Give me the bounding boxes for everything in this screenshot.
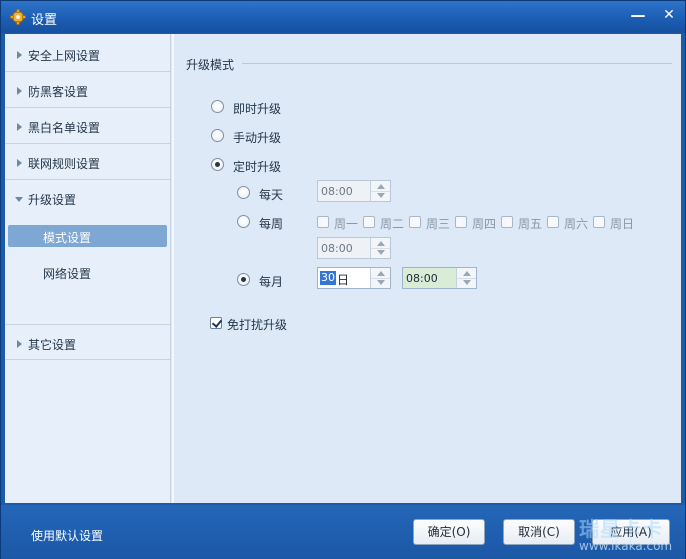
- sidebar: 安全上网设置 防黑客设置 黑白名单设置 联网规则设置 升级设置 模式设置 网络设…: [5, 34, 171, 503]
- sidebar-item-network-rules[interactable]: 联网规则设置: [5, 144, 171, 180]
- radio-daily[interactable]: [237, 186, 250, 199]
- radio-label: 每周: [259, 217, 284, 231]
- chevron-right-icon: [17, 87, 22, 95]
- stepper-buttons[interactable]: [456, 268, 476, 288]
- checkbox-friday[interactable]: [501, 216, 513, 228]
- ok-button[interactable]: 确定(O): [413, 519, 485, 545]
- sidebar-item-anti-hacker[interactable]: 防黑客设置: [5, 72, 171, 108]
- checkbox-label: 周一: [334, 217, 359, 231]
- footer-bar: 使用默认设置 确定(O) 取消(C) 应用(A) 瑞星卡卡 www.ikaka.…: [1, 505, 685, 559]
- checkbox-monday[interactable]: [317, 216, 329, 228]
- monthly-time-stepper[interactable]: 08:00: [402, 267, 477, 289]
- chevron-down-icon: [15, 197, 23, 202]
- stepper-separator: [371, 278, 390, 279]
- stepper-buttons[interactable]: [370, 238, 390, 258]
- radio-label: 手动升级: [233, 131, 282, 145]
- day-unit: 日: [337, 273, 350, 287]
- stepper-value: 08:00: [321, 242, 353, 255]
- checkbox-label: 周二: [380, 217, 405, 231]
- sidebar-subitem-mode[interactable]: 模式设置: [8, 225, 167, 247]
- arrow-down-icon[interactable]: [463, 280, 471, 285]
- checkbox-no-disturb[interactable]: [210, 317, 222, 329]
- apply-button[interactable]: 应用(A): [592, 519, 670, 545]
- sidebar-item-safe-browsing[interactable]: 安全上网设置: [5, 36, 171, 72]
- monthly-day-stepper[interactable]: 30 日: [317, 267, 391, 289]
- chevron-right-icon: [17, 51, 22, 59]
- title-bar[interactable]: 设置 — ✕: [1, 1, 685, 33]
- radio-scheduled-upgrade[interactable]: [211, 158, 224, 171]
- sidebar-item-label: 黑白名单设置: [28, 121, 101, 135]
- daily-time-stepper[interactable]: 08:00: [317, 180, 391, 202]
- dialog-body: 安全上网设置 防黑客设置 黑白名单设置 联网规则设置 升级设置 模式设置 网络设…: [5, 34, 681, 503]
- checkbox-wednesday[interactable]: [409, 216, 421, 228]
- gear-icon: [10, 9, 26, 25]
- checkbox-label: 周四: [472, 217, 497, 231]
- arrow-down-icon[interactable]: [377, 280, 385, 285]
- chevron-right-icon: [17, 159, 22, 167]
- sidebar-item-label: 联网规则设置: [28, 157, 101, 171]
- radio-manual-upgrade[interactable]: [211, 129, 224, 142]
- section-title: 升级模式: [186, 58, 235, 72]
- sidebar-item-black-white-list[interactable]: 黑白名单设置: [5, 108, 171, 144]
- sidebar-item-label: 其它设置: [28, 338, 77, 352]
- stepper-value: 08:00: [406, 272, 438, 285]
- arrow-up-icon[interactable]: [463, 271, 471, 276]
- arrow-down-icon[interactable]: [377, 250, 385, 255]
- close-button[interactable]: ✕: [656, 5, 682, 25]
- checkbox-tuesday[interactable]: [363, 216, 375, 228]
- sidebar-subitem-label: 网络设置: [43, 267, 92, 281]
- checkbox-label: 周三: [426, 217, 451, 231]
- arrow-down-icon[interactable]: [377, 193, 385, 198]
- stepper-separator: [371, 191, 390, 192]
- sidebar-subitem-network[interactable]: 网络设置: [5, 261, 171, 283]
- checkbox-thursday[interactable]: [455, 216, 467, 228]
- window-title: 设置: [31, 13, 58, 28]
- stepper-value: 08:00: [321, 185, 353, 198]
- radio-label: 定时升级: [233, 160, 282, 174]
- sidebar-subitem-label: 模式设置: [43, 231, 92, 245]
- arrow-up-icon[interactable]: [377, 241, 385, 246]
- sidebar-item-upgrade[interactable]: 升级设置: [5, 180, 171, 216]
- section-divider: [242, 63, 672, 64]
- arrow-up-icon[interactable]: [377, 184, 385, 189]
- settings-window: 设置 — ✕ 安全上网设置 防黑客设置 黑白名单设置 联网规则设置 升级设置 模…: [0, 0, 686, 559]
- stepper-separator: [371, 248, 390, 249]
- stepper-separator: [457, 278, 476, 279]
- checkbox-label: 周五: [518, 217, 543, 231]
- content-panel: 升级模式 即时升级 手动升级 定时升级 每天 08:00 每周 周一 周二 周三…: [174, 34, 681, 503]
- radio-label: 每月: [259, 275, 284, 289]
- checkbox-label: 免打扰升级: [227, 318, 288, 332]
- chevron-right-icon: [17, 123, 22, 131]
- radio-instant-upgrade[interactable]: [211, 100, 224, 113]
- stepper-buttons[interactable]: [370, 181, 390, 201]
- radio-weekly[interactable]: [237, 215, 250, 228]
- restore-defaults-link[interactable]: 使用默认设置: [31, 527, 103, 544]
- sidebar-item-other[interactable]: 其它设置: [5, 324, 171, 360]
- radio-label: 每天: [259, 188, 284, 202]
- sidebar-item-label: 升级设置: [28, 193, 77, 207]
- sidebar-item-label: 安全上网设置: [28, 49, 101, 63]
- radio-monthly[interactable]: [237, 273, 250, 286]
- checkbox-label: 周六: [564, 217, 589, 231]
- cancel-button[interactable]: 取消(C): [503, 519, 575, 545]
- minimize-button[interactable]: —: [625, 5, 651, 25]
- weekly-time-stepper[interactable]: 08:00: [317, 237, 391, 259]
- arrow-up-icon[interactable]: [377, 271, 385, 276]
- checkbox-label: 周日: [610, 217, 635, 231]
- checkbox-saturday[interactable]: [547, 216, 559, 228]
- sidebar-item-label: 防黑客设置: [28, 85, 89, 99]
- day-value[interactable]: 30: [320, 271, 336, 285]
- stepper-buttons[interactable]: [370, 268, 390, 288]
- checkbox-sunday[interactable]: [593, 216, 605, 228]
- radio-label: 即时升级: [233, 102, 282, 116]
- chevron-right-icon: [17, 340, 22, 348]
